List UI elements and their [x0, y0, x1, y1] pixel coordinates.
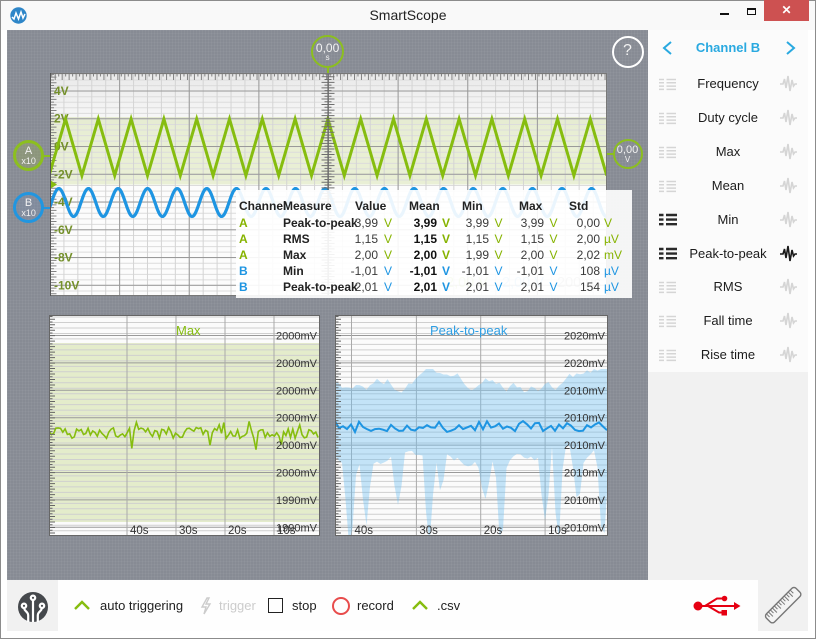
svg-text:40s: 40s [130, 525, 149, 536]
svg-text:2010mV: 2010mV [564, 385, 606, 397]
svg-text:2000mV: 2000mV [276, 440, 318, 452]
svg-text:2010mV: 2010mV [564, 413, 606, 425]
svg-text:20s: 20s [228, 525, 247, 536]
svg-text:2010mV: 2010mV [564, 522, 606, 534]
svg-text:30s: 30s [419, 525, 438, 536]
svg-text:20s: 20s [484, 525, 503, 536]
svg-text:2010mV: 2010mV [564, 468, 606, 480]
svg-text:2000mV: 2000mV [276, 331, 318, 343]
svg-text:1990mV: 1990mV [276, 495, 318, 507]
svg-text:2020mV: 2020mV [564, 331, 606, 343]
svg-text:Max: Max [176, 323, 201, 338]
svg-text:2000mV: 2000mV [276, 385, 318, 397]
svg-text:-8V: -8V [54, 251, 73, 265]
svg-text:10s: 10s [548, 525, 567, 536]
svg-text:4V: 4V [54, 84, 69, 98]
svg-text:2000mV: 2000mV [276, 413, 318, 425]
svg-text:-2V: -2V [54, 167, 73, 181]
svg-text:2010mV: 2010mV [564, 440, 606, 452]
svg-text:Peak-to-peak: Peak-to-peak [430, 323, 508, 338]
svg-text:-10V: -10V [54, 278, 79, 292]
svg-text:10s: 10s [277, 525, 296, 536]
svg-text:2020mV: 2020mV [564, 358, 606, 370]
svg-text:2010mV: 2010mV [564, 495, 606, 507]
svg-text:40s: 40s [355, 525, 374, 536]
svg-text:2000mV: 2000mV [276, 358, 318, 370]
svg-text:30s: 30s [179, 525, 198, 536]
svg-text:-6V: -6V [54, 223, 73, 237]
svg-text:2000mV: 2000mV [276, 468, 318, 480]
